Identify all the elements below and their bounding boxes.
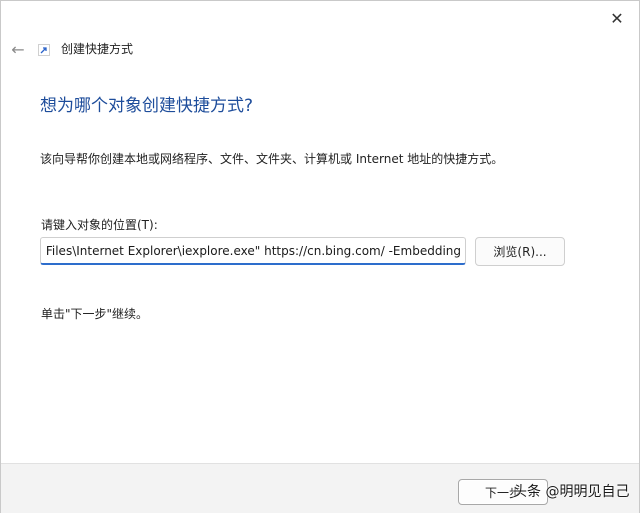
shortcut-icon — [38, 44, 50, 56]
create-shortcut-window: ✕ ← 创建快捷方式 想为哪个对象创建快捷方式? 该向导帮你创建本地或网络程序、… — [0, 0, 640, 513]
wizard-footer: 下一步 头条 @明明见自己 — [1, 463, 639, 513]
back-arrow-icon: ← — [11, 39, 25, 59]
wizard-title: 创建快捷方式 — [61, 42, 134, 56]
back-button[interactable]: ← — [7, 39, 29, 59]
close-icon: ✕ — [610, 8, 624, 28]
page-heading: 想为哪个对象创建快捷方式? — [40, 96, 254, 116]
continue-hint: 单击"下一步"继续。 — [41, 307, 149, 321]
wizard-description: 该向导帮你创建本地或网络程序、文件、文件夹、计算机或 Internet 地址的快… — [40, 152, 504, 166]
browse-button[interactable]: 浏览(R)... — [475, 237, 565, 266]
close-button[interactable]: ✕ — [607, 8, 627, 28]
location-input[interactable] — [40, 237, 466, 265]
watermark: 头条 @明明见自己 — [513, 484, 630, 500]
location-label: 请键入对象的位置(T): — [41, 218, 158, 232]
